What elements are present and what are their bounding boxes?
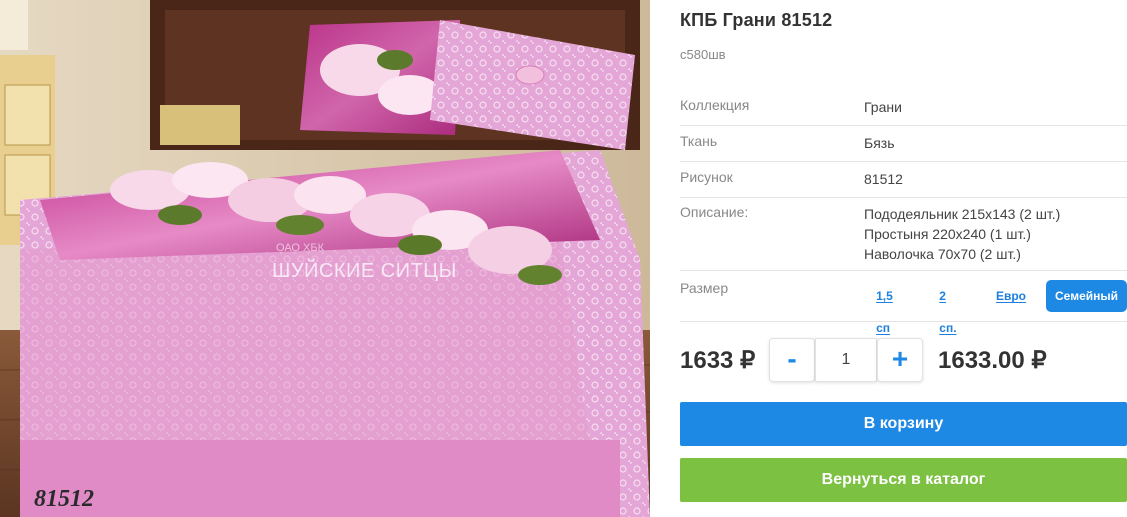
- property-value: 81512: [864, 171, 903, 187]
- image-watermark-top: ОАО ХБК: [276, 242, 324, 254]
- property-value: Бязь: [864, 135, 895, 151]
- size-label: Размер: [680, 280, 729, 296]
- description-line: Простыня 220х240 (1 шт.): [864, 226, 1031, 242]
- property-value: Грани: [864, 99, 902, 115]
- property-label: Рисунок: [680, 169, 733, 185]
- property-row-pattern: Рисунок 81512: [680, 162, 1127, 198]
- unit-price: 1633 ₽: [680, 347, 756, 374]
- quantity-input[interactable]: 1: [815, 338, 877, 382]
- property-row-fabric: Ткань Бязь: [680, 126, 1127, 162]
- add-to-cart-button[interactable]: В корзину: [680, 402, 1127, 446]
- image-watermark: ШУЙСКИЕ СИТЦЫ: [272, 260, 457, 282]
- product-sku: c580шв: [680, 47, 726, 62]
- property-label: Коллекция: [680, 97, 750, 113]
- product-title: КПБ Грани 81512: [680, 10, 833, 30]
- quantity-decrease-button[interactable]: -: [769, 338, 815, 382]
- image-code-label: 81512: [34, 486, 94, 512]
- property-label: Ткань: [680, 133, 718, 149]
- description-label: Описание:: [680, 204, 749, 220]
- description-line: Пододеяльник 215х143 (2 шт.): [864, 206, 1061, 222]
- product-properties: Коллекция Грани Ткань Бязь Рисунок 81512…: [680, 90, 1127, 335]
- property-row-description: Описание: Пододеяльник 215х143 (2 шт.) П…: [680, 198, 1127, 271]
- total-price: 1633.00 ₽: [938, 347, 1047, 374]
- size-option-family[interactable]: Семейный: [1046, 280, 1127, 312]
- description-line: Наволочка 70х70 (2 шт.): [864, 246, 1021, 262]
- property-row-collection: Коллекция Грани: [680, 90, 1127, 126]
- back-to-catalog-button[interactable]: Вернуться в каталог: [680, 458, 1127, 502]
- size-option-1-5[interactable]: 1,5 сп: [861, 280, 924, 335]
- price-quantity-row: 1633 ₽ - 1 + 1633.00 ₽: [680, 338, 1127, 382]
- product-image[interactable]: ОАО ХБК ШУЙСКИЕ СИТЦЫ 81512: [0, 0, 650, 517]
- description-value: Пододеяльник 215х143 (2 шт.) Простыня 22…: [864, 198, 1060, 270]
- size-options: 1,5 сп 2 сп. Евро Семейный: [861, 271, 1127, 335]
- size-option-2[interactable]: 2 сп.: [924, 280, 981, 335]
- property-row-size: Размер 1,5 сп 2 сп. Евро Семейный: [680, 271, 1127, 335]
- size-option-euro[interactable]: Евро: [981, 280, 1041, 312]
- quantity-increase-button[interactable]: +: [877, 338, 923, 382]
